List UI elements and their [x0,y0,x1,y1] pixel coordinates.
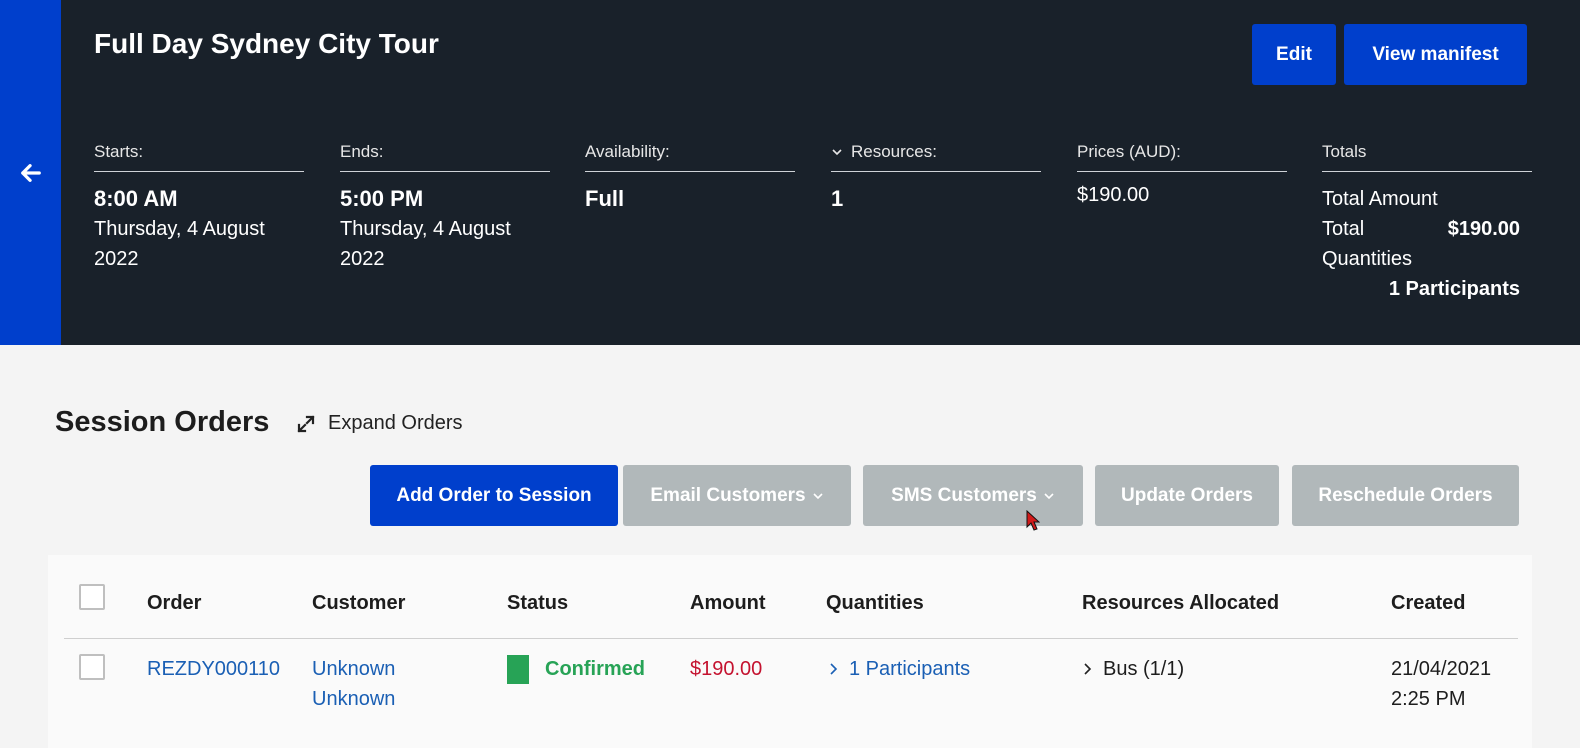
row-checkbox[interactable] [79,654,105,680]
total-value: $190.00 [1447,218,1520,240]
ends-label: Ends: [340,138,550,172]
sms-customers-label: SMS Customers [891,484,1037,506]
availability-value: Full [585,186,625,211]
chevron-right-icon [830,663,838,675]
starts-date: Thursday, 4 August 2022 [94,218,265,270]
column-header-quantities[interactable]: Quantities [826,592,924,615]
customer-last-name: Unknown [312,688,396,710]
resources-value: 1 [831,186,844,211]
prices-value: $190.00 [1077,184,1150,206]
chevron-down-icon [832,148,842,155]
total-label: Total [1322,218,1365,240]
quantities-expander[interactable]: 1 Participants [828,654,970,684]
resources-allocated: Bus (1/1) [1103,658,1185,680]
order-link[interactable]: REZDY000110 [147,654,280,684]
created-time: 2:25 PM [1391,688,1466,710]
email-customers-label: Email Customers [650,484,806,506]
orders-table [48,555,1532,748]
update-orders-button[interactable]: Update Orders [1095,465,1279,526]
customer-link[interactable]: Unknown Unknown [312,654,395,714]
resources-expander[interactable]: Bus (1/1) [1082,654,1184,684]
edit-button[interactable]: Edit [1252,24,1336,85]
starts-label: Starts: [94,138,304,172]
ends-time: 5:00 PM [340,186,424,211]
view-manifest-button[interactable]: View manifest [1344,24,1527,85]
created-date: 21/04/2021 [1391,658,1492,680]
chevron-down-icon [1044,492,1054,499]
order-amount: $190.00 [690,658,763,680]
add-order-button[interactable]: Add Order to Session [370,465,618,526]
resources-label: Resources: [851,141,937,161]
arrow-left-icon [20,163,41,182]
status-color-chip [507,655,529,684]
expand-icon [297,414,315,433]
availability-label: Availability: [585,138,795,172]
select-all-checkbox[interactable] [79,584,105,610]
customer-first-name: Unknown [312,658,396,680]
totals-label: Totals [1322,138,1532,172]
page-title: Full Day Sydney City Tour [94,28,439,59]
reschedule-orders-button[interactable]: Reschedule Orders [1292,465,1519,526]
total-row: Total $190.00 [1322,214,1532,244]
back-button[interactable] [0,0,61,345]
status-badge: Confirmed [545,658,645,680]
resources-column: Resources: 1 [831,138,1041,212]
column-header-amount[interactable]: Amount [690,592,766,615]
mouse-cursor-icon [1026,510,1040,531]
resources-toggle[interactable]: Resources: [831,138,1041,172]
column-header-order[interactable]: Order [147,592,201,615]
sms-customers-button[interactable]: SMS Customers [863,465,1083,526]
prices-label: Prices (AUD): [1077,138,1287,172]
ends-date: Thursday, 4 August 2022 [340,218,511,270]
session-header: Full Day Sydney City Tour Edit View mani… [0,0,1580,345]
created-cell: 21/04/2021 2:25 PM [1391,654,1491,714]
prices-column: Prices (AUD): $190.00 [1077,138,1287,207]
totals-column: Totals Total Amount Total $190.00 Quanti… [1322,138,1532,304]
column-header-resources[interactable]: Resources Allocated [1082,592,1279,615]
table-header-divider [64,638,1518,639]
quantities-value: 1 Participants [1388,278,1520,300]
email-customers-button[interactable]: Email Customers [623,465,851,526]
column-header-status[interactable]: Status [507,592,568,615]
starts-column: Starts: 8:00 AM Thursday, 4 August 2022 [94,138,304,274]
total-amount-label: Total Amount [1322,188,1438,210]
quantities-label: Quantities [1322,248,1413,270]
session-orders-title: Session Orders [55,406,270,438]
starts-time: 8:00 AM [94,186,178,211]
chevron-right-icon [1084,663,1092,675]
availability-column: Availability: Full [585,138,795,212]
quantities-value: 1 Participants [849,658,971,680]
ends-column: Ends: 5:00 PM Thursday, 4 August 2022 [340,138,550,274]
expand-orders-label: Expand Orders [328,412,463,434]
column-header-created[interactable]: Created [1391,592,1465,615]
expand-orders-button[interactable]: Expand Orders [296,412,463,435]
chevron-down-icon [813,492,823,499]
column-header-customer[interactable]: Customer [312,592,405,615]
